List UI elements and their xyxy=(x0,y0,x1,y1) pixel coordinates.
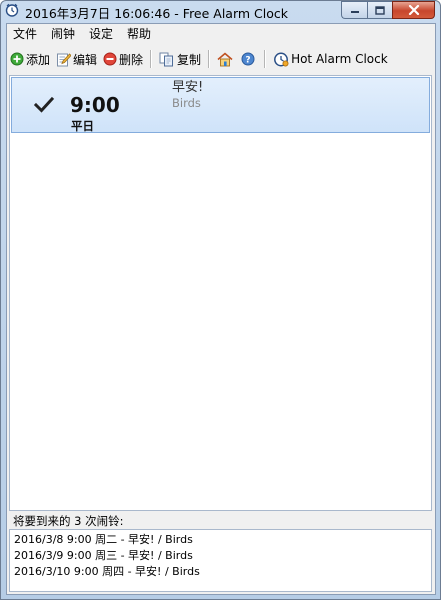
minimize-icon xyxy=(350,11,359,13)
copy-pages-icon xyxy=(159,52,174,66)
edit-label: 编辑 xyxy=(73,52,98,67)
toolbar-separator xyxy=(150,50,153,68)
upcoming-item: 2016/3/10 9:00 周四 - 早安! / Birds xyxy=(14,565,200,578)
checkmark-icon[interactable] xyxy=(33,96,55,114)
hot-alarm-clock-button[interactable]: Hot Alarm Clock xyxy=(270,48,391,70)
menu-bar: 文件 闹钟 设定 帮助 xyxy=(7,24,435,44)
copy-button[interactable]: 复制 xyxy=(156,48,204,70)
svg-text:?: ? xyxy=(245,56,250,66)
window-title: 2016年3月7日 16:06:46 - Free Alarm Clock xyxy=(25,6,289,21)
home-icon xyxy=(217,51,233,66)
minimize-button[interactable] xyxy=(341,1,367,19)
alarm-list[interactable]: 9:00 平日 早安! Birds xyxy=(9,75,432,511)
alarm-clock-icon[interactable] xyxy=(5,3,19,17)
help-button[interactable]: ? xyxy=(238,48,260,70)
maximize-button[interactable] xyxy=(367,1,392,19)
copy-label: 复制 xyxy=(177,52,202,67)
add-label: 添加 xyxy=(26,52,51,67)
delete-label: 删除 xyxy=(119,52,144,67)
plus-circle-icon xyxy=(10,52,24,66)
maximize-icon xyxy=(375,5,385,15)
toolbar-separator xyxy=(264,50,267,68)
client-area: 文件 闹钟 设定 帮助 添加 编辑 删除 复制 ? Hot Alarm Cloc… xyxy=(6,23,436,595)
delete-button[interactable]: 删除 xyxy=(100,48,146,70)
app-window: 2016年3月7日 16:06:46 - Free Alarm Clock 文件… xyxy=(0,0,441,600)
edit-button[interactable]: 编辑 xyxy=(53,48,100,70)
alarm-label: 早安! xyxy=(172,80,204,95)
help-icon: ? xyxy=(241,52,255,66)
alarm-sound: Birds xyxy=(172,96,201,110)
toolbar-separator xyxy=(208,50,211,68)
upcoming-list: 2016/3/8 9:00 周二 - 早安! / Birds 2016/3/9 … xyxy=(9,529,432,592)
upcoming-item: 2016/3/8 9:00 周二 - 早安! / Birds xyxy=(14,533,193,546)
alarm-days: 平日 xyxy=(71,119,94,133)
close-icon xyxy=(408,5,419,15)
minus-circle-icon xyxy=(103,52,117,66)
close-button[interactable] xyxy=(392,1,435,19)
alarm-time: 9:00 xyxy=(70,93,120,117)
caption-buttons xyxy=(341,1,435,19)
menu-help[interactable]: 帮助 xyxy=(121,24,157,44)
pencil-note-icon xyxy=(57,52,72,66)
upcoming-title: 将要到来的 3 次闹铃: xyxy=(13,514,124,528)
home-button[interactable] xyxy=(214,48,238,70)
title-bar[interactable]: 2016年3月7日 16:06:46 - Free Alarm Clock xyxy=(1,1,440,21)
menu-alarm[interactable]: 闹钟 xyxy=(45,24,81,44)
hot-alarm-clock-label: Hot Alarm Clock xyxy=(291,52,388,66)
clock-icon xyxy=(274,52,289,67)
add-button[interactable]: 添加 xyxy=(7,48,53,70)
alarm-row[interactable]: 9:00 平日 早安! Birds xyxy=(11,77,430,133)
toolbar: 添加 编辑 删除 复制 ? Hot Alarm Clock xyxy=(7,46,435,72)
menu-settings[interactable]: 设定 xyxy=(83,24,119,44)
upcoming-item: 2016/3/9 9:00 周三 - 早安! / Birds xyxy=(14,549,193,562)
menu-file[interactable]: 文件 xyxy=(7,24,43,44)
